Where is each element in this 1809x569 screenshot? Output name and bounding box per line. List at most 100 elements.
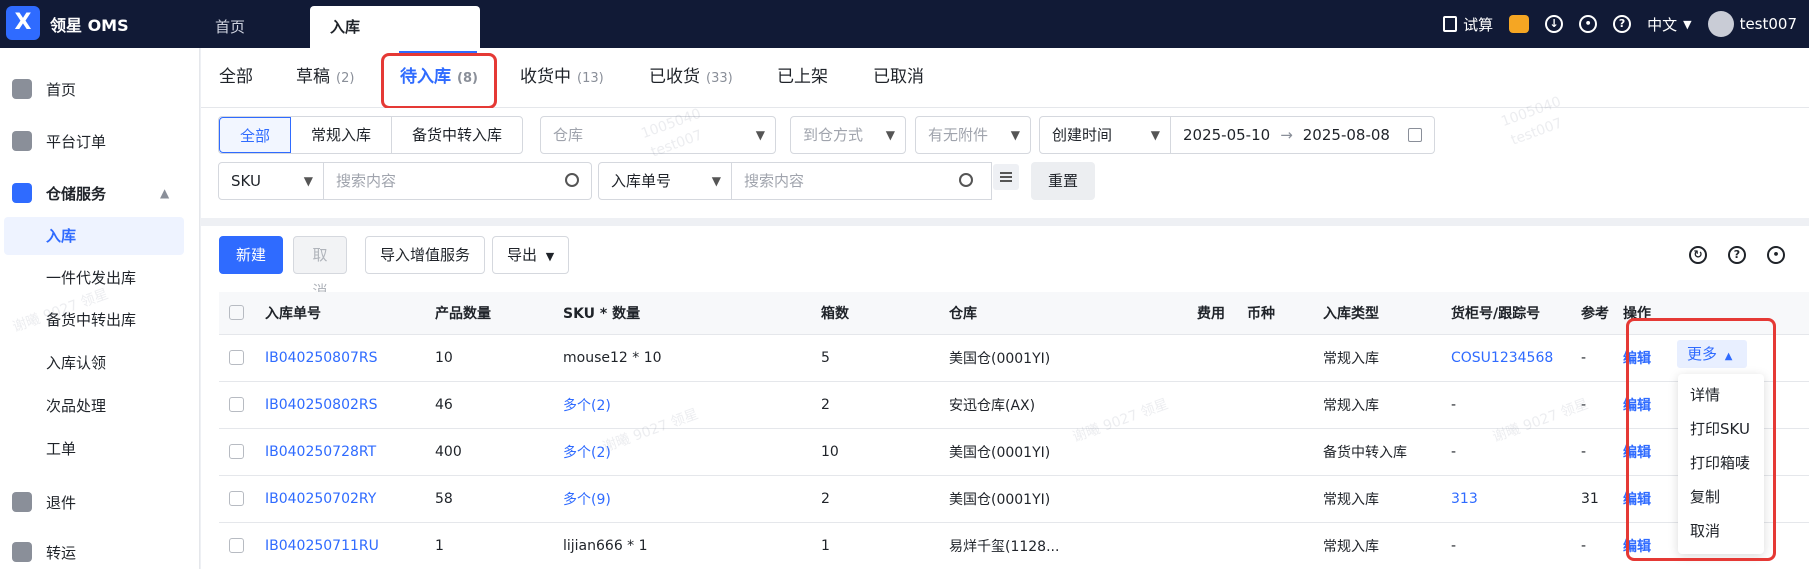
tab-cancelled[interactable]: 已取消	[873, 62, 924, 87]
date-range-picker[interactable]: 2025-05-10 → 2025-08-08	[1171, 116, 1435, 154]
segment-all[interactable]: 全部	[219, 117, 292, 153]
language-label: 中文	[1647, 15, 1678, 34]
sku-field-select[interactable]: SKU ▼	[218, 162, 324, 200]
logo-icon[interactable]: X	[6, 6, 40, 40]
column-settings-icon[interactable]: •	[1767, 246, 1785, 264]
tab-received[interactable]: 已收货 (33)	[649, 62, 733, 87]
arrow-right-icon: →	[1280, 126, 1293, 144]
reset-button[interactable]: 重置	[1031, 162, 1095, 200]
export-button[interactable]: 导出 ▼	[492, 236, 570, 274]
checkbox[interactable]	[229, 305, 244, 321]
sidebar-subitem-inbound[interactable]: 入库	[4, 217, 184, 255]
time-type-select[interactable]: 创建时间 ▼	[1039, 116, 1171, 154]
table-row: IB040250728RT 400 多个(2) 10 美国仓(0001YI) 备…	[219, 428, 1809, 476]
col-boxes: 箱数	[811, 292, 939, 335]
sidebar-item-home[interactable]: 首页	[0, 68, 200, 110]
cell-fee	[1187, 428, 1237, 476]
sidebar-item-warehouse-services[interactable]: 仓储服务 ▲	[0, 172, 200, 214]
sku-multi-link[interactable]: 多个(2)	[553, 381, 811, 429]
search-icon[interactable]	[565, 173, 579, 187]
sidebar-subitem-defect-handling[interactable]: 次品处理	[4, 387, 184, 425]
order-search-input[interactable]: 搜索内容	[732, 162, 992, 200]
sku-multi-link[interactable]: 多个(9)	[553, 475, 811, 523]
home-icon	[12, 79, 32, 99]
tab-shelved[interactable]: 已上架	[777, 62, 828, 87]
cell-currency	[1237, 475, 1313, 523]
sidebar-subitem-transfer-outbound[interactable]: 备货中转出库	[4, 301, 184, 339]
user-menu[interactable]: test007	[1707, 11, 1797, 37]
cell-tracking: -	[1441, 428, 1571, 476]
tab-receiving[interactable]: 收货中 (13)	[520, 62, 604, 87]
attachment-select[interactable]: 有无附件 ▼	[915, 116, 1031, 154]
sku-search-placeholder: 搜索内容	[336, 172, 397, 190]
row-checkbox[interactable]	[229, 444, 244, 459]
row-checkbox[interactable]	[229, 397, 244, 412]
arrival-method-select[interactable]: 到仓方式 ▼	[790, 116, 906, 154]
sidebar-item-platform-orders[interactable]: 平台订单	[0, 120, 200, 162]
new-button[interactable]: 新建	[219, 236, 283, 274]
help-icon[interactable]: ?	[1728, 246, 1746, 264]
settings-icon[interactable]: •	[1579, 15, 1598, 33]
sidebar-item-label: 退件	[46, 493, 77, 512]
robot-icon[interactable]	[1509, 15, 1530, 33]
cell-type: 常规入库	[1313, 475, 1441, 523]
top-tab-inbound[interactable]: 入库	[310, 6, 480, 48]
refresh-icon[interactable]: ↻	[1689, 246, 1707, 264]
sidebar-subitem-work-order[interactable]: 工单	[4, 430, 184, 468]
sidebar-subitem-dropship-outbound[interactable]: 一件代发出库	[4, 259, 184, 297]
top-bar: X 领星 OMS 首页 入库 试算 ↓ • ? 中文 ▼ test007	[0, 0, 1809, 48]
tracking-link[interactable]: COSU1234568	[1441, 334, 1571, 382]
tab-count: (2)	[336, 71, 355, 86]
cancel-button[interactable]: 取消	[293, 236, 347, 300]
download-icon[interactable]: ↓	[1545, 15, 1564, 33]
segment-transfer[interactable]: 备货中转入库	[392, 117, 522, 153]
sku-search-input[interactable]: 搜索内容	[324, 162, 592, 200]
order-field-select[interactable]: 入库单号 ▼	[598, 162, 732, 200]
cell-sku: lijian666 * 1	[553, 522, 811, 569]
warehouse-select[interactable]: 仓库 ▼	[540, 116, 776, 154]
order-no-link[interactable]: IB040250802RS	[255, 381, 425, 429]
tab-label: 收货中	[520, 67, 571, 87]
top-right-tools: 试算 ↓ • ? 中文 ▼ test007	[1443, 0, 1797, 48]
sku-field-label: SKU	[231, 172, 261, 190]
sku-multi-link[interactable]: 多个(2)	[553, 428, 811, 476]
time-type-label: 创建时间	[1052, 126, 1113, 144]
tab-label: 已取消	[873, 67, 924, 87]
order-no-link[interactable]: IB040250807RS	[255, 334, 425, 382]
tab-all[interactable]: 全部	[219, 62, 253, 87]
search-icon[interactable]	[959, 173, 973, 187]
language-selector[interactable]: 中文 ▼	[1647, 14, 1691, 35]
calc-button[interactable]: 试算	[1443, 14, 1493, 35]
cell-boxes: 1	[811, 522, 939, 569]
tracking-link[interactable]: 313	[1441, 475, 1571, 523]
cell-sku: mouse12 * 10	[553, 334, 811, 382]
order-no-link[interactable]: IB040250711RU	[255, 522, 425, 569]
sidebar-subitem-inbound-claim[interactable]: 入库认领	[4, 344, 184, 382]
chevron-down-icon: ▼	[1010, 128, 1020, 142]
cell-currency	[1237, 428, 1313, 476]
caret-down-icon: ▼	[1683, 17, 1692, 31]
sidebar-item-returns[interactable]: 退件	[0, 481, 200, 523]
cell-ref: -	[1571, 381, 1613, 429]
chevron-down-icon: ▼	[711, 174, 721, 188]
order-no-link[interactable]: IB040250702RY	[255, 475, 425, 523]
sidebar-item-label: 首页	[46, 80, 77, 99]
select-all-checkbox[interactable]	[219, 292, 255, 335]
row-checkbox[interactable]	[229, 350, 244, 365]
sidebar-item-transshipment[interactable]: 转运	[0, 531, 200, 569]
tab-label: 已上架	[777, 67, 828, 87]
sidebar-item-label: 平台订单	[46, 132, 107, 151]
row-checkbox[interactable]	[229, 538, 244, 553]
chevron-down-icon: ▼	[303, 174, 313, 188]
top-tab-home[interactable]: 首页	[195, 6, 265, 48]
order-no-link[interactable]: IB040250728RT	[255, 428, 425, 476]
date-end: 2025-08-08	[1302, 126, 1390, 144]
import-value-added-button[interactable]: 导入增值服务	[365, 236, 486, 274]
help-icon[interactable]: ?	[1613, 15, 1632, 33]
segment-regular[interactable]: 常规入库	[291, 117, 393, 153]
row-checkbox[interactable]	[229, 491, 244, 506]
batch-list-icon[interactable]	[993, 164, 1019, 190]
tab-draft[interactable]: 草稿 (2)	[296, 62, 354, 87]
chevron-down-icon: ▼	[885, 128, 895, 142]
col-sku: SKU * 数量	[553, 292, 811, 335]
